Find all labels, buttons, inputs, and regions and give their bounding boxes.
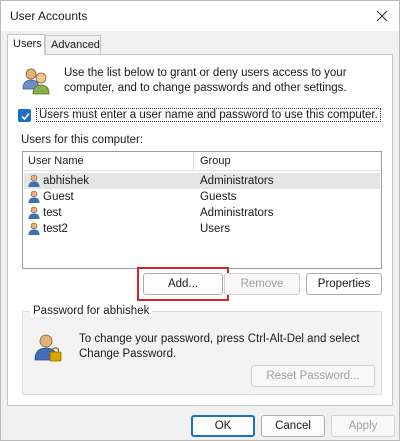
table-row[interactable]: test2 Users bbox=[24, 221, 380, 237]
require-login-row: Users must enter a user name and passwor… bbox=[18, 107, 381, 123]
password-group-title: Password for abhishek bbox=[30, 305, 153, 317]
password-instructions: To change your password, press Ctrl-Alt-… bbox=[79, 333, 360, 360]
cancel-button[interactable]: Cancel bbox=[261, 415, 325, 437]
window-title: User Accounts bbox=[10, 9, 88, 23]
apply-button[interactable]: Apply bbox=[331, 415, 395, 437]
table-row[interactable]: abhishek Administrators bbox=[24, 173, 380, 189]
users-list-header: User Name Group bbox=[23, 152, 381, 171]
require-login-checkbox[interactable] bbox=[18, 108, 31, 122]
column-divider[interactable] bbox=[193, 152, 194, 170]
user-name-cell: test bbox=[43, 207, 62, 219]
title-bar: User Accounts bbox=[1, 1, 399, 31]
add-user-button[interactable]: Add... bbox=[143, 273, 223, 295]
column-header-user-name[interactable]: User Name bbox=[28, 155, 84, 167]
user-name-cell: test2 bbox=[43, 223, 68, 235]
tab-advanced[interactable]: Advanced bbox=[45, 35, 101, 54]
users-icon bbox=[22, 68, 50, 95]
user-name-cell: Guest bbox=[43, 191, 74, 203]
reset-password-button[interactable]: Reset Password... bbox=[251, 365, 375, 387]
group-cell: Guests bbox=[200, 191, 237, 203]
password-group: Password for abhishek To change your pas… bbox=[22, 305, 382, 395]
table-row[interactable]: Guest Guests bbox=[24, 189, 380, 205]
ok-button[interactable]: OK bbox=[191, 415, 255, 437]
user-name-cell: abhishek bbox=[43, 175, 90, 187]
user-icon bbox=[28, 222, 40, 235]
group-cell: Users bbox=[200, 223, 231, 235]
column-header-group[interactable]: Group bbox=[200, 155, 231, 167]
user-accounts-dialog: User Accounts Users Advanced Use the lis… bbox=[0, 0, 400, 441]
users-tab-panel: Use the list below to grant or deny user… bbox=[7, 54, 393, 406]
password-user-icon bbox=[34, 334, 62, 362]
users-list[interactable]: User Name Group abhishek Administrators … bbox=[22, 151, 382, 269]
user-icon bbox=[28, 190, 40, 203]
remove-user-button[interactable]: Remove bbox=[224, 273, 300, 295]
intro-text: Use the list below to grant or deny user… bbox=[64, 67, 347, 94]
group-cell: Administrators bbox=[200, 207, 274, 219]
group-cell: Administrators bbox=[200, 175, 274, 187]
properties-button[interactable]: Properties bbox=[306, 273, 382, 295]
table-row[interactable]: test Administrators bbox=[24, 205, 380, 221]
require-login-label[interactable]: Users must enter a user name and passwor… bbox=[36, 108, 381, 122]
close-icon[interactable] bbox=[373, 7, 391, 25]
user-icon bbox=[28, 206, 40, 219]
users-list-label: Users for this computer: bbox=[21, 134, 144, 146]
tab-users[interactable]: Users bbox=[7, 34, 45, 55]
user-icon bbox=[28, 174, 40, 187]
